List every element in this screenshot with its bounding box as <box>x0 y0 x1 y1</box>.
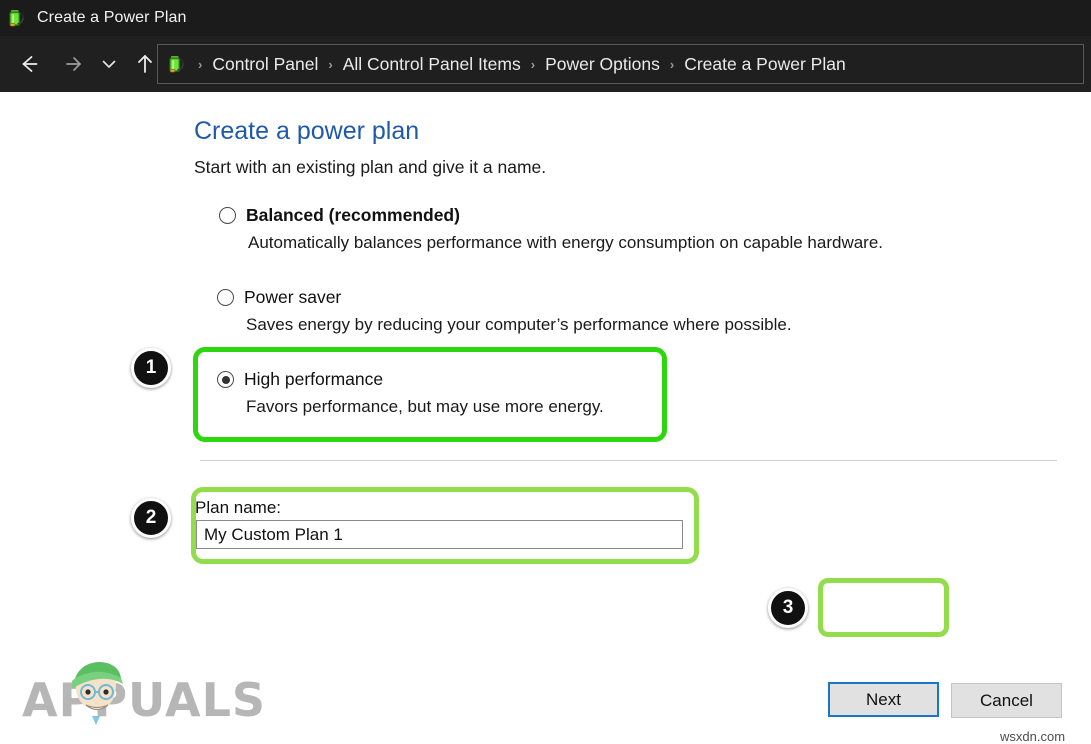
plan-description-power-saver: Saves energy by reducing your computer’s… <box>246 315 792 335</box>
cancel-button[interactable]: Cancel <box>951 683 1062 718</box>
plan-option-header[interactable]: Balanced (recommended) <box>219 205 883 225</box>
back-arrow-icon[interactable] <box>12 47 46 81</box>
callout-badge-3: 3 <box>768 588 808 628</box>
breadcrumb-control-panel[interactable]: Control Panel <box>210 54 320 75</box>
plan-description-balanced: Automatically balances performance with … <box>248 233 883 253</box>
plan-option-power-saver[interactable]: Power saver Saves energy by reducing you… <box>217 287 792 335</box>
window-title: Create a Power Plan <box>37 9 187 27</box>
page-subtitle: Start with an existing plan and give it … <box>194 157 546 178</box>
plan-label-high-performance: High performance <box>244 369 383 389</box>
next-button[interactable]: Next <box>828 682 939 717</box>
radio-high-performance[interactable] <box>217 371 234 388</box>
plan-option-balanced[interactable]: Balanced (recommended) Automatically bal… <box>219 205 883 253</box>
chevron-down-icon[interactable] <box>96 47 122 81</box>
callout-badge-2: 2 <box>131 498 171 538</box>
plan-label-balanced: Balanced (recommended) <box>246 205 460 225</box>
plan-option-header[interactable]: High performance <box>217 369 604 389</box>
section-divider <box>200 460 1057 461</box>
breadcrumb-create-a-power-plan[interactable]: Create a Power Plan <box>682 54 847 75</box>
power-plan-battery-icon <box>166 53 188 75</box>
wsxdn-watermark-text: wsxdn.com <box>1000 729 1065 744</box>
radio-power-saver[interactable] <box>217 289 234 306</box>
appuals-mascot-icon <box>62 659 132 731</box>
breadcrumb-separator: › <box>198 58 202 71</box>
forward-arrow-icon[interactable] <box>56 47 90 81</box>
appuals-watermark-logo: APPUALS <box>22 669 262 724</box>
radio-balanced[interactable] <box>219 207 236 224</box>
plan-option-high-performance[interactable]: High performance Favors performance, but… <box>217 369 604 417</box>
callout-badge-1: 1 <box>131 348 171 388</box>
appuals-watermark-text: APPUALS <box>22 673 266 727</box>
plan-name-label: Plan name: <box>195 498 281 518</box>
breadcrumb-separator: › <box>670 58 674 71</box>
breadcrumb-power-options[interactable]: Power Options <box>543 54 662 75</box>
breadcrumb-separator: › <box>531 58 535 71</box>
power-plan-battery-icon <box>6 7 28 29</box>
plan-option-header[interactable]: Power saver <box>217 287 792 307</box>
breadcrumb-all-control-panel-items[interactable]: All Control Panel Items <box>341 54 523 75</box>
address-bar[interactable]: › Control Panel › All Control Panel Item… <box>157 44 1084 84</box>
plan-label-power-saver: Power saver <box>244 287 341 307</box>
page-title: Create a power plan <box>194 117 419 146</box>
plan-description-high-performance: Favors performance, but may use more ene… <box>246 397 604 417</box>
plan-name-input[interactable] <box>196 520 683 549</box>
breadcrumb-separator: › <box>328 58 332 71</box>
window-title-bar: Create a Power Plan <box>0 0 1091 36</box>
